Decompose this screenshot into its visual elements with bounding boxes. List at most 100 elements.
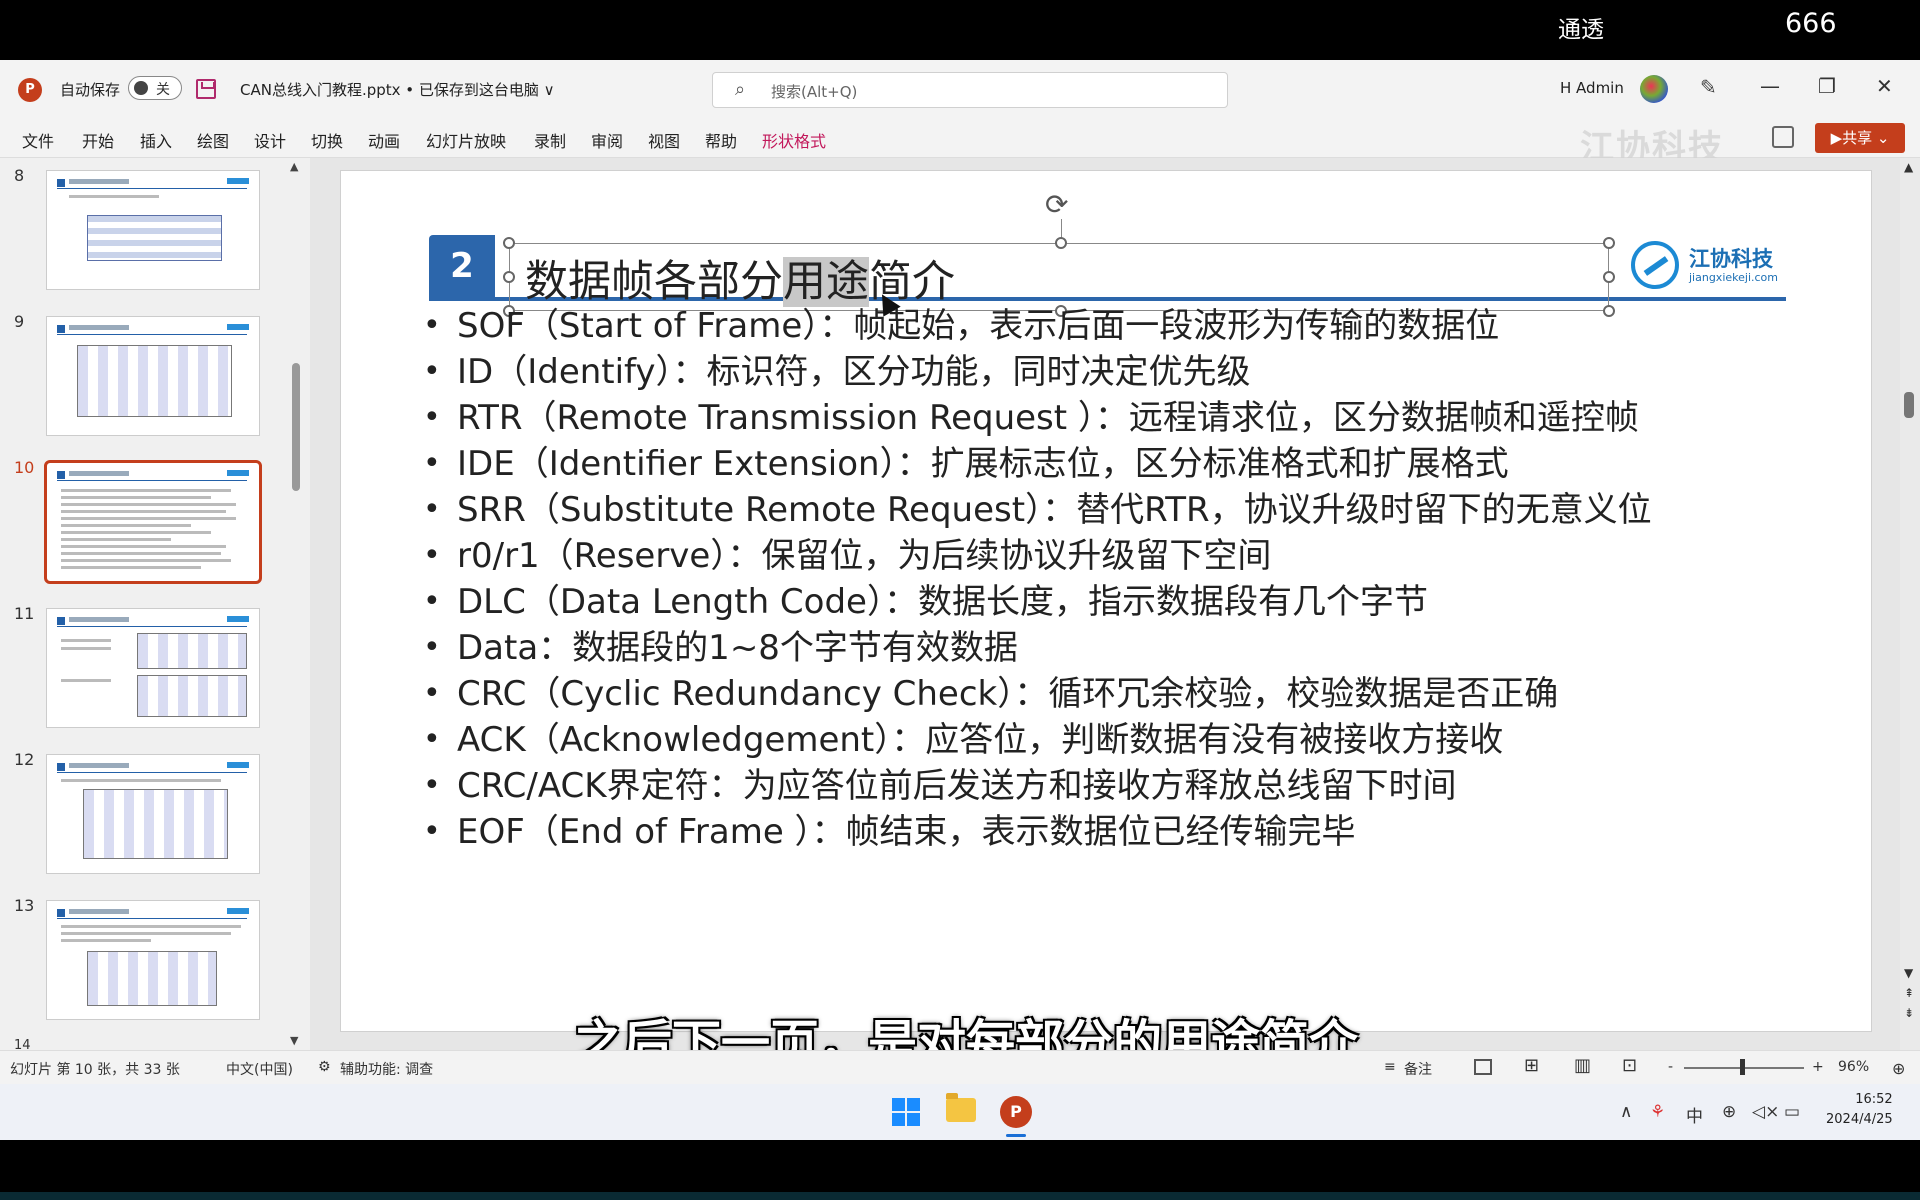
thumb-text [61, 925, 241, 928]
thumb-rule [57, 188, 247, 189]
slide-thumbnail-8[interactable] [46, 170, 260, 290]
tab-transitions[interactable]: 切换 [311, 128, 343, 152]
scroll-up-arrow-icon[interactable]: ▲ [1904, 160, 1913, 174]
zoom-out-button[interactable]: - [1668, 1059, 1673, 1075]
share-button[interactable]: ▶共享 ⌄ [1815, 123, 1905, 153]
file-explorer-icon[interactable] [946, 1093, 976, 1122]
slide-counter: 幻灯片 第 10 张，共 33 张 [10, 1062, 180, 1078]
tab-record[interactable]: 录制 [534, 128, 566, 152]
accessibility-icon[interactable]: ⚙ [318, 1059, 331, 1075]
thumb-logo [227, 470, 249, 476]
resize-handle[interactable] [503, 271, 515, 283]
tab-slideshow[interactable]: 幻灯片放映 [426, 128, 506, 152]
tab-view[interactable]: 视图 [648, 128, 680, 152]
ribbon-tabs: 文件 开始 插入 绘图 设计 切换 动画 幻灯片放映 录制 审阅 视图 帮助 形… [0, 118, 1920, 168]
company-logo: 江协科技 jiangxiekeji.com [1631, 237, 1791, 297]
avatar[interactable] [1640, 75, 1668, 103]
thumb-text [61, 679, 111, 682]
ime-indicator[interactable]: 中 [1686, 1102, 1703, 1127]
network-icon[interactable]: ⊕ [1722, 1102, 1736, 1122]
scroll-down-arrow-icon[interactable]: ▼ [290, 1034, 298, 1047]
thumb-rule [57, 480, 247, 481]
system-clock[interactable]: 16:52 2024/4/25 [1826, 1090, 1893, 1130]
pen-icon[interactable]: ✎ [1700, 75, 1717, 99]
thumb-text [61, 779, 221, 782]
bullet-item: EOF（End of Frame ）：帧结束，表示数据位已经传输完毕 [423, 809, 1843, 855]
app-tray-icon[interactable]: ⚘ [1650, 1102, 1665, 1122]
slide-thumbnail-13[interactable] [46, 900, 260, 1020]
zoom-level[interactable]: 96% [1838, 1059, 1869, 1075]
volume-icon[interactable]: ◁× [1752, 1102, 1779, 1122]
video-top-overlay: 通透 666 [0, 0, 1920, 60]
clock-date: 2024/4/25 [1826, 1112, 1893, 1127]
slide-thumbnail-10-selected[interactable] [44, 460, 262, 584]
thumbnail-scrollbar[interactable]: ▲ ▼ [290, 158, 302, 1050]
notes-button[interactable]: 备注 [1404, 1059, 1432, 1079]
battery-icon[interactable]: ▭ [1784, 1102, 1800, 1122]
slide-sorter-icon[interactable]: ⊞ [1524, 1055, 1539, 1076]
scrollbar-thumb[interactable] [292, 363, 300, 491]
thumb-text [61, 524, 191, 527]
save-icon[interactable] [196, 79, 216, 99]
active-app-indicator [1006, 1134, 1026, 1137]
tab-file[interactable]: 文件 [22, 128, 54, 152]
language-indicator[interactable]: 中文(中国) [226, 1059, 293, 1079]
restore-button[interactable]: ❐ [1818, 74, 1836, 98]
thumb-diagram [83, 789, 228, 859]
start-button-icon[interactable] [892, 1098, 920, 1126]
user-name[interactable]: H Admin [1560, 79, 1624, 97]
resize-handle[interactable] [1055, 237, 1067, 249]
slide-thumbnail-12[interactable] [46, 754, 260, 874]
next-slide-icon[interactable]: ⇟ [1904, 1006, 1914, 1020]
minimize-button[interactable]: — [1760, 74, 1780, 98]
tray-overflow-icon[interactable]: ∧ [1620, 1102, 1632, 1122]
tab-home[interactable]: 开始 [82, 128, 114, 152]
previous-slide-icon[interactable]: ⇞ [1904, 986, 1914, 1000]
tab-insert[interactable]: 插入 [140, 128, 172, 152]
resize-handle[interactable] [1603, 271, 1615, 283]
scrollbar-thumb[interactable] [1904, 392, 1914, 418]
tab-design[interactable]: 设计 [254, 128, 286, 152]
autosave-toggle[interactable]: 关 [128, 76, 182, 100]
search-box[interactable]: ⌕ 搜索(Alt+Q) [712, 72, 1228, 108]
thumb-title [69, 179, 129, 184]
bullet-item: SOF（Start of Frame）：帧起始，表示后面一段波形为传输的数据位 [423, 303, 1843, 349]
scroll-up-arrow-icon[interactable]: ▲ [290, 160, 298, 173]
windows-taskbar: P ∧ ⚘ 中 ⊕ ◁× ▭ 16:52 2024/4/25 [0, 1084, 1920, 1140]
thumb-rule [57, 918, 247, 919]
slide-thumbnail-9[interactable] [46, 316, 260, 436]
thumb-text [61, 531, 211, 534]
logo-emblem-icon [1631, 241, 1679, 289]
slide-number-10: 10 [14, 458, 35, 477]
accessibility-status[interactable]: 辅助功能: 调查 [340, 1059, 433, 1079]
tab-help[interactable]: 帮助 [705, 128, 737, 152]
zoom-in-button[interactable]: + [1812, 1059, 1824, 1075]
slide-scrollbar[interactable]: ▲ ▼ ⇞ ⇟ [1900, 158, 1920, 1050]
resize-handle[interactable] [1603, 237, 1615, 249]
thumb-title [69, 909, 129, 914]
slide-number-8: 8 [14, 166, 25, 185]
scroll-down-arrow-icon[interactable]: ▼ [1904, 966, 1913, 980]
slideshow-view-icon[interactable]: ⊡ [1622, 1055, 1637, 1076]
tab-draw[interactable]: 绘图 [197, 128, 229, 152]
tab-animations[interactable]: 动画 [368, 128, 400, 152]
resize-handle[interactable] [503, 237, 515, 249]
slide-canvas[interactable]: ⟳ 2 数据帧各部分用途简介 江协科技 jiangxiekeji.com SOF… [340, 170, 1872, 1032]
title-bar: P 自动保存 关 CAN总线入门教程.pptx • 已保存到这台电脑 ∨ ⌕ 搜… [0, 60, 1920, 118]
slide-thumbnail-11[interactable] [46, 608, 260, 728]
tab-review[interactable]: 审阅 [591, 128, 623, 152]
close-button[interactable]: ✕ [1876, 74, 1893, 98]
tab-shape-format[interactable]: 形状格式 [762, 128, 826, 152]
rotate-handle-icon[interactable]: ⟳ [1045, 188, 1068, 221]
reading-view-icon[interactable]: ▥ [1574, 1055, 1591, 1076]
start-tile [907, 1113, 920, 1126]
normal-view-icon[interactable] [1474, 1059, 1492, 1075]
fit-to-window-icon[interactable]: ⊕ [1892, 1059, 1905, 1078]
comment-icon[interactable] [1772, 126, 1794, 148]
bullet-list[interactable]: SOF（Start of Frame）：帧起始，表示后面一段波形为传输的数据位 … [423, 303, 1843, 855]
notes-icon[interactable]: ≡ [1384, 1059, 1396, 1075]
document-title[interactable]: CAN总线入门教程.pptx • 已保存到这台电脑 ∨ [240, 79, 555, 100]
zoom-slider-knob[interactable] [1740, 1059, 1745, 1075]
powerpoint-taskbar-icon[interactable]: P [1000, 1096, 1032, 1128]
bullet-item: IDE（Identifier Extension）：扩展标志位，区分标准格式和扩… [423, 441, 1843, 487]
